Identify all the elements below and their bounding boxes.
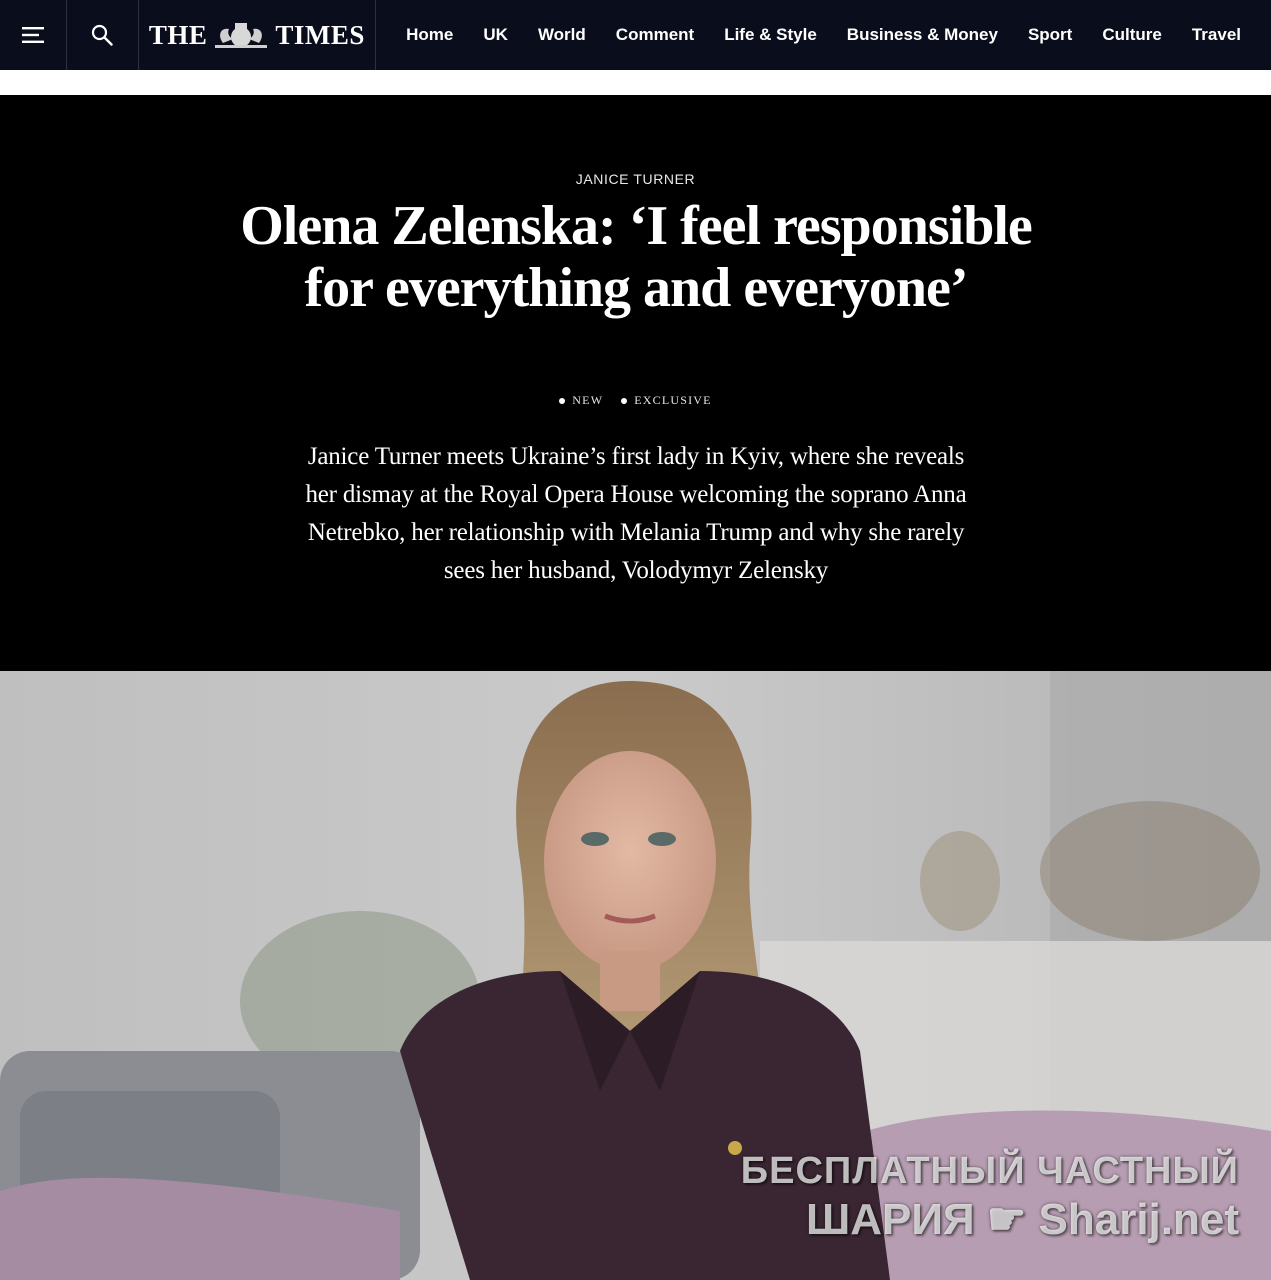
nav-travel[interactable]: Travel [1192,25,1241,45]
article-lead-photo: БЕСПЛАТНЫЙ ЧАСТНЫЙ ШАРИЯ ☛ Sharij.net [0,671,1271,1280]
nav-life-style[interactable]: Life & Style [724,25,817,45]
nav-world[interactable]: World [538,25,586,45]
the-times-logo[interactable]: THE TIMES [139,0,377,70]
article-tags: NEW EXCLUSIVE [0,393,1271,408]
search-icon [92,24,113,46]
watermark-brand: ШАРИЯ [805,1195,975,1244]
logo-text-the: THE [148,19,208,50]
royal-crest-icon [215,23,268,48]
nav-business-money[interactable]: Business & Money [847,25,998,45]
bullet-dot-icon [621,397,628,404]
watermark-line-1: БЕСПЛАТНЫЙ ЧАСТНЫЙ [740,1150,1239,1192]
logo-text-times: TIMES [275,19,365,50]
nav-comment[interactable]: Comment [616,25,694,45]
watermark-site: Sharij.net [1038,1195,1240,1244]
tag-exclusive-label: EXCLUSIVE [634,393,712,407]
search-button[interactable] [67,0,139,70]
article-standfirst: Janice Turner meets Ukraine’s first lady… [305,443,967,584]
tag-exclusive: EXCLUSIVE [621,393,711,408]
author-byline[interactable]: JANICE TURNER [0,171,1271,187]
menu-button[interactable] [0,0,67,70]
top-navigation-bar: THE TIMES Home UK World Comment Life & S… [0,0,1271,70]
article-hero: JANICE TURNER Olena Zelenska: ‘I feel re… [0,95,1271,671]
nav-culture[interactable]: Culture [1102,25,1162,45]
nav-uk[interactable]: UK [483,25,508,45]
section-navigation: Home UK World Comment Life & Style Busin… [376,0,1271,70]
nav-home[interactable]: Home [406,25,453,45]
site-watermark: БЕСПЛАТНЫЙ ЧАСТНЫЙ ШАРИЯ ☛ Sharij.net [741,1148,1239,1246]
hamburger-menu-icon [21,27,44,43]
watermark-line-2: ШАРИЯ ☛ Sharij.net [741,1194,1239,1246]
tag-new-label: NEW [572,393,604,407]
tag-new: NEW [559,393,603,408]
nav-sport[interactable]: Sport [1028,25,1072,45]
pointing-hand-icon: ☛ [986,1195,1027,1244]
article-headline: Olena Zelenska: ‘I feel responsible for … [240,195,1033,319]
header-spacer [0,70,1271,95]
bullet-dot-icon [559,397,566,404]
